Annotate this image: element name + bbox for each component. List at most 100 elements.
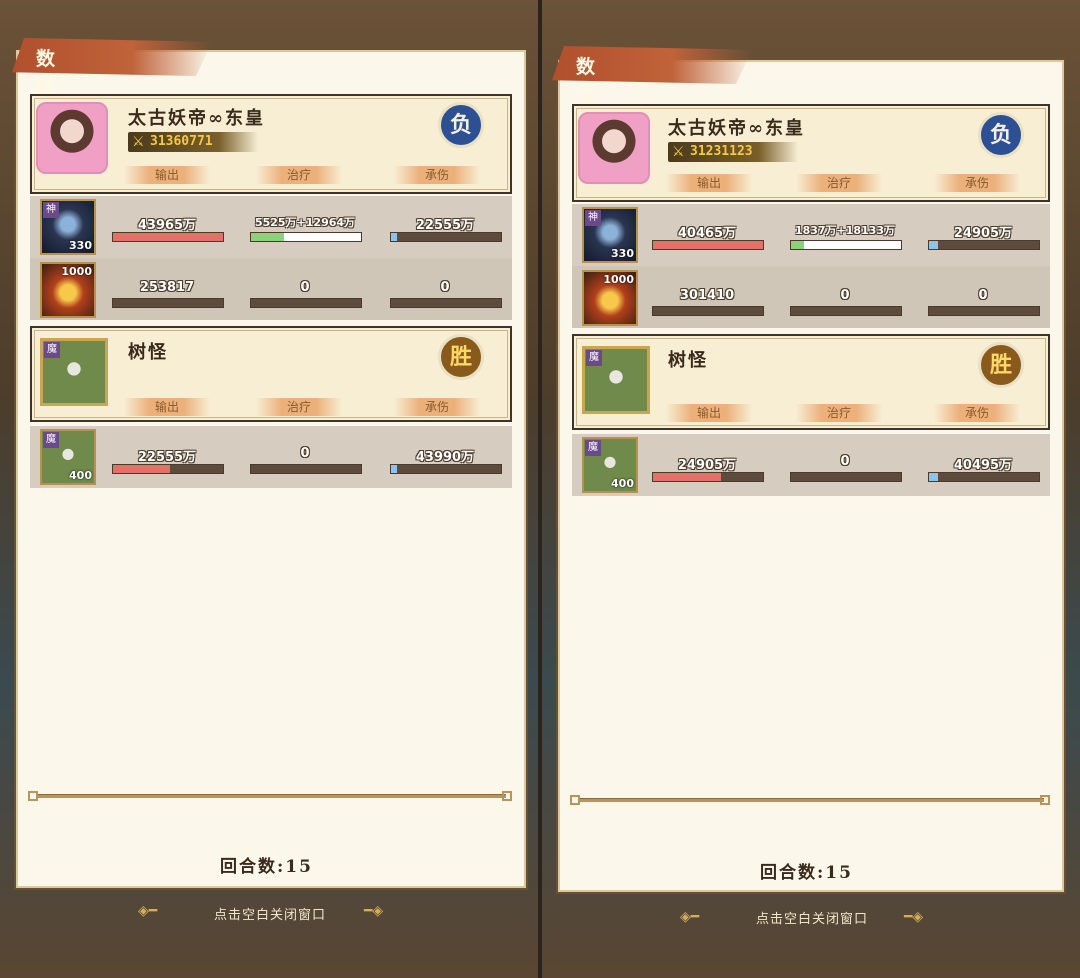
damage-value: 301410	[679, 288, 735, 303]
divider-line	[578, 798, 1044, 802]
unit-icon[interactable]: 魔 400	[582, 437, 638, 493]
enemy-avatar[interactable]: 魔	[40, 338, 108, 406]
damage-bar	[652, 472, 764, 482]
damage-value: 43965万	[137, 218, 197, 233]
damage-bar	[652, 306, 764, 316]
taken-value: 22555万	[415, 218, 475, 233]
power-badge: ⚔ 31360771	[128, 132, 258, 152]
col-tag-taken: 承伤	[934, 404, 1020, 422]
divider-ornament	[1040, 795, 1050, 805]
taken-bar	[928, 472, 1040, 482]
unit-level: 330	[611, 247, 634, 260]
player-name: 太古妖帝∞东皇	[668, 118, 805, 139]
unit-level: 330	[69, 239, 92, 252]
heal-bar-fill	[251, 233, 284, 241]
taken-value: 0	[440, 280, 450, 295]
unit-icon[interactable]: 魔 400	[40, 429, 96, 485]
col-tag-taken: 承伤	[394, 398, 480, 416]
heal-bar	[250, 298, 362, 308]
unit-level: 1000	[61, 265, 92, 278]
heal-value: 0	[840, 288, 850, 303]
col-tag-heal: 治疗	[256, 166, 342, 184]
heal-value: 0	[300, 446, 310, 461]
damage-value: 253817	[139, 280, 195, 295]
result-badge-lose: 负	[438, 102, 484, 148]
heal-value: 0	[300, 280, 310, 295]
unit-level: 1000	[603, 273, 634, 286]
col-tag-taken: 承伤	[394, 166, 480, 184]
damage-value: 24905万	[677, 458, 737, 473]
unit-level: 400	[69, 469, 92, 482]
player-name: 太古妖帝∞东皇	[128, 108, 265, 129]
unit-tag: 神	[43, 202, 59, 218]
crossed-swords-icon: ⚔	[132, 134, 145, 150]
round-count: 回合数:15	[220, 857, 313, 877]
divider-line	[36, 794, 506, 798]
damage-bar	[112, 232, 224, 242]
divider-ornament	[570, 795, 580, 805]
damage-bar-fill	[113, 465, 171, 473]
taken-bar	[928, 306, 1040, 316]
damage-value: 22555万	[137, 450, 197, 465]
power-value: 31360771	[150, 134, 213, 149]
damage-bar-fill	[653, 241, 763, 249]
result-badge-win: 胜	[438, 334, 484, 380]
unit-icon[interactable]: 1000	[582, 270, 638, 326]
col-tag-heal: 治疗	[256, 398, 342, 416]
taken-bar	[390, 464, 502, 474]
heal-bar	[790, 240, 902, 250]
power-value: 31231123	[690, 144, 753, 159]
col-tag-heal: 治疗	[796, 404, 882, 422]
unit-icon[interactable]: 神 330	[40, 199, 96, 255]
power-badge: ⚔ 31231123	[668, 142, 798, 162]
close-hint[interactable]: 点击空白关闭窗口	[712, 908, 912, 927]
player-avatar[interactable]	[36, 102, 108, 174]
damage-bar-fill	[113, 233, 223, 241]
taken-bar	[390, 298, 502, 308]
close-hint[interactable]: 点击空白关闭窗口	[170, 904, 370, 923]
heal-bar-fill	[791, 241, 805, 249]
unit-icon[interactable]: 1000	[40, 262, 96, 318]
heal-bar	[790, 306, 902, 316]
heal-value: 0	[840, 454, 850, 469]
enemy-avatar[interactable]: 魔	[582, 346, 650, 414]
damage-bar	[652, 240, 764, 250]
enemy-tag: 魔	[586, 350, 602, 366]
heal-value: 1837万+18133万	[794, 224, 896, 237]
heal-value: 5525万+12964万	[254, 216, 356, 229]
taken-bar-fill	[929, 241, 938, 249]
damage-bar-fill	[653, 473, 722, 481]
result-badge-lose: 负	[978, 112, 1024, 158]
divider-ornament	[28, 791, 38, 801]
taken-value: 24905万	[953, 226, 1013, 241]
player-avatar[interactable]	[578, 112, 650, 184]
screenshot-divider	[538, 0, 542, 978]
result-badge-win: 胜	[978, 342, 1024, 388]
taken-bar-fill	[929, 473, 938, 481]
enemy-name: 树怪	[128, 342, 168, 363]
taken-value: 0	[978, 288, 988, 303]
damage-value: 40465万	[677, 226, 737, 241]
unit-icon[interactable]: 神 330	[582, 207, 638, 263]
taken-value: 40495万	[953, 458, 1013, 473]
heal-bar	[250, 232, 362, 242]
col-tag-damage: 输出	[666, 404, 752, 422]
crossed-swords-icon: ⚔	[672, 144, 685, 160]
taken-value: 43990万	[415, 450, 475, 465]
unit-tag: 魔	[43, 432, 59, 448]
taken-bar	[928, 240, 1040, 250]
unit-level: 400	[611, 477, 634, 490]
col-tag-damage: 输出	[666, 174, 752, 192]
enemy-name: 树怪	[668, 350, 708, 371]
col-tag-taken: 承伤	[934, 174, 1020, 192]
heal-bar	[250, 464, 362, 474]
unit-tag: 神	[585, 210, 601, 226]
divider-ornament	[502, 791, 512, 801]
damage-bar	[112, 464, 224, 474]
enemy-tag: 魔	[44, 342, 60, 358]
col-tag-damage: 输出	[124, 398, 210, 416]
ornament-right-icon: ━◈	[904, 909, 924, 925]
col-tag-damage: 输出	[124, 166, 210, 184]
ornament-right-icon: ━◈	[364, 903, 384, 919]
round-count: 回合数:15	[760, 863, 853, 883]
